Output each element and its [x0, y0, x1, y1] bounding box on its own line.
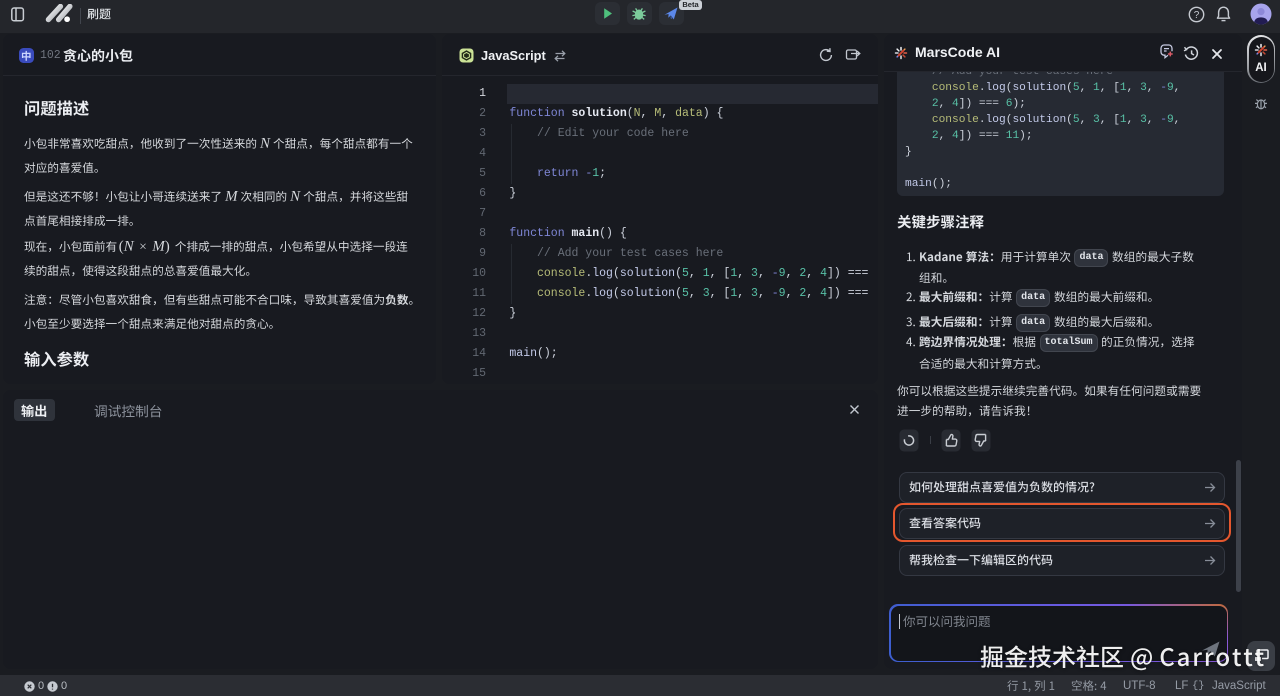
svg-text:?: ? [1194, 10, 1200, 21]
